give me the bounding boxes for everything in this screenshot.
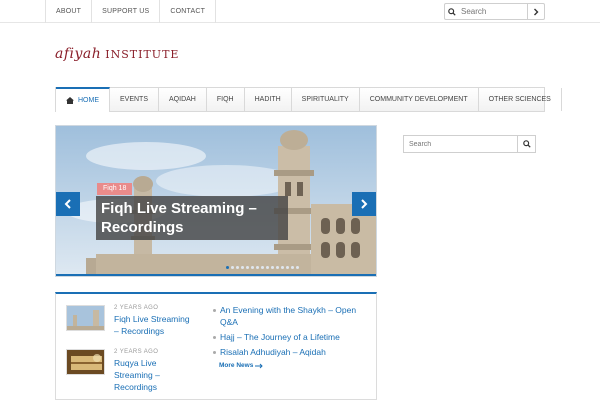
post-date: 2 YEARS AGO: [114, 305, 159, 311]
slider-dot[interactable]: [291, 266, 294, 269]
more-news-label: More News: [219, 362, 254, 369]
top-links: ABOUT SUPPORT US CONTACT: [45, 0, 217, 23]
top-search-box: [444, 3, 545, 20]
latest-news-panel: 2 YEARS AGO Fiqh Live Streaming – Record…: [55, 292, 377, 400]
post-thumbnail[interactable]: [66, 305, 105, 331]
slider-dot[interactable]: [246, 266, 249, 269]
news-post[interactable]: 2 YEARS AGO Fiqh Live Streaming – Record…: [66, 305, 196, 337]
slider-dot[interactable]: [286, 266, 289, 269]
chevron-right-icon: [361, 199, 368, 209]
nav-item-home[interactable]: HOME: [56, 87, 110, 112]
slider-dot[interactable]: [296, 266, 299, 269]
nav-item-events[interactable]: EVENTS: [110, 88, 160, 111]
list-item[interactable]: Risalah Adhudiyah – Aqidah: [213, 346, 371, 358]
nav-item-label: HOME: [78, 97, 99, 104]
home-icon: [66, 97, 74, 104]
nav-item-fiqh[interactable]: FIQH: [207, 88, 245, 111]
main-nav: HOME EVENTS AQIDAH FIQH HADITH SPIRITUAL…: [55, 87, 562, 112]
slider-dot[interactable]: [251, 266, 254, 269]
top-search-input[interactable]: [459, 4, 527, 19]
slider-dot[interactable]: [226, 266, 229, 269]
top-link-about[interactable]: ABOUT: [46, 0, 93, 23]
site-logo[interactable]: afiyah INSTITUTE: [55, 46, 179, 66]
sidebar-search-input[interactable]: [404, 136, 517, 152]
top-link-contact[interactable]: CONTACT: [160, 0, 217, 23]
slider-dot[interactable]: [241, 266, 244, 269]
slide-title[interactable]: Fiqh Live Streaming – Recordings: [96, 196, 288, 240]
chevron-left-icon: [64, 199, 71, 209]
slider-pagination: [226, 266, 299, 269]
sidebar-search-submit-button[interactable]: [517, 136, 535, 152]
nav-item-hadith[interactable]: HADITH: [245, 88, 292, 111]
logo-text-primary: afiyah: [55, 46, 102, 62]
top-search-submit-button[interactable]: [527, 4, 544, 19]
slider-next-button[interactable]: [352, 192, 376, 216]
slider-prev-button[interactable]: [56, 192, 80, 216]
news-link-list: An Evening with the Shaykh – Open Q&A Ha…: [213, 304, 371, 361]
chevron-right-icon: [534, 8, 539, 15]
slider-dot[interactable]: [266, 266, 269, 269]
slider-dot[interactable]: [281, 266, 284, 269]
search-icon: [522, 140, 531, 148]
slider-dot[interactable]: [271, 266, 274, 269]
post-date: 2 YEARS AGO: [114, 349, 159, 355]
sidebar-search-box: [403, 135, 536, 153]
post-title[interactable]: Fiqh Live Streaming – Recordings: [114, 313, 196, 337]
news-post[interactable]: 2 YEARS AGO Ruqya Live Streaming – Recor…: [66, 349, 196, 393]
slider-dot[interactable]: [276, 266, 279, 269]
slider-dot[interactable]: [236, 266, 239, 269]
top-link-support-us[interactable]: SUPPORT US: [92, 0, 161, 23]
post-title[interactable]: Ruqya Live Streaming – Recordings: [114, 357, 196, 393]
post-thumbnail[interactable]: [66, 349, 105, 375]
slider-dot[interactable]: [261, 266, 264, 269]
more-news-link[interactable]: More News: [219, 362, 264, 369]
search-icon: [445, 4, 459, 19]
list-item[interactable]: Hajj – The Journey of a Lifetime: [213, 331, 371, 343]
nav-item-spirituality[interactable]: SPIRITUALITY: [292, 88, 360, 111]
nav-item-aqidah[interactable]: AQIDAH: [159, 88, 207, 111]
arrow-right-icon: [255, 363, 264, 368]
slider-dot[interactable]: [256, 266, 259, 269]
slider-progress-line: [56, 274, 376, 276]
slider-dot[interactable]: [231, 266, 234, 269]
nav-item-other-sciences[interactable]: OTHER SCIENCES: [479, 88, 562, 111]
featured-slider[interactable]: Fiqh 18 Fiqh Live Streaming – Recordings: [55, 125, 377, 277]
list-item[interactable]: An Evening with the Shaykh – Open Q&A: [213, 304, 371, 328]
logo-text-secondary: INSTITUTE: [105, 48, 180, 61]
top-bar: ABOUT SUPPORT US CONTACT: [0, 0, 600, 23]
nav-item-community-development[interactable]: COMMUNITY DEVELOPMENT: [360, 88, 479, 111]
slide-category-tag[interactable]: Fiqh 18: [97, 183, 133, 195]
